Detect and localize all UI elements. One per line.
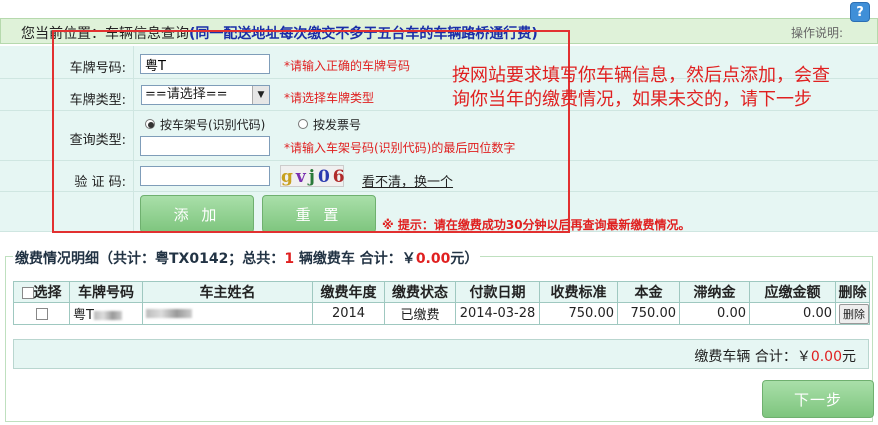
col-standard: 收费标准: [539, 281, 618, 303]
row-plate: 粤T: [73, 308, 94, 323]
row-late-fee: 0.00: [679, 302, 750, 325]
col-principal: 本金: [617, 281, 680, 303]
col-owner: 车主姓名: [142, 281, 313, 303]
col-year: 缴费年度: [312, 281, 385, 303]
next-step-button[interactable]: 下一步: [762, 380, 874, 418]
row-standard: 750.00: [539, 302, 618, 325]
redacted-plate: [93, 311, 122, 320]
col-late-fee: 滞纳金: [679, 281, 750, 303]
row-status: 已缴费: [384, 302, 456, 325]
total-label: 缴费车辆 合计：￥: [694, 349, 811, 365]
annotation-box: [52, 30, 570, 233]
col-status: 缴费状态: [384, 281, 456, 303]
total-unit: 元: [842, 349, 856, 365]
row-checkbox[interactable]: [35, 307, 48, 320]
table-row: 粤T 2014 已缴费 2014-03-28 750.00 750.00 0.0…: [13, 302, 870, 325]
total-amount: 0.00: [810, 349, 842, 365]
detail-legend: 缴费情况明细（共计：粤TX0142；总共：1 辆缴费车 合计：￥0.00元）: [13, 248, 481, 268]
question-icon[interactable]: ?: [850, 2, 870, 22]
help-label: 操作说明:: [790, 26, 843, 40]
redacted-owner: [146, 309, 192, 318]
total-bar: 缴费车辆 合计：￥0.00元: [13, 339, 869, 369]
col-date: 付款日期: [455, 281, 540, 303]
delete-button[interactable]: 删除: [839, 303, 869, 324]
col-delete: 删除: [835, 281, 870, 303]
payment-table: 选择 车牌号码 车主姓名 缴费年度 缴费状态 付款日期 收费标准 本金 滞纳金 …: [13, 281, 870, 325]
legend-count: 1: [284, 251, 295, 267]
col-plate: 车牌号码: [69, 281, 143, 303]
col-select[interactable]: 选择: [13, 281, 70, 303]
legend-amount: 0.00: [415, 251, 451, 267]
table-header: 选择 车牌号码 车主姓名 缴费年度 缴费状态 付款日期 收费标准 本金 滞纳金 …: [13, 281, 870, 303]
row-due: 0.00: [749, 302, 836, 325]
annotation-text: 按网站要求填写你车辆信息，然后点添加，会查询你当年的缴费情况，如果未交的，请下一…: [452, 65, 830, 110]
col-due: 应缴金额: [749, 281, 836, 303]
row-date: 2014-03-28: [455, 302, 540, 325]
select-all-checkbox[interactable]: [21, 287, 34, 299]
row-year: 2014: [312, 302, 385, 325]
row-principal: 750.00: [617, 302, 680, 325]
